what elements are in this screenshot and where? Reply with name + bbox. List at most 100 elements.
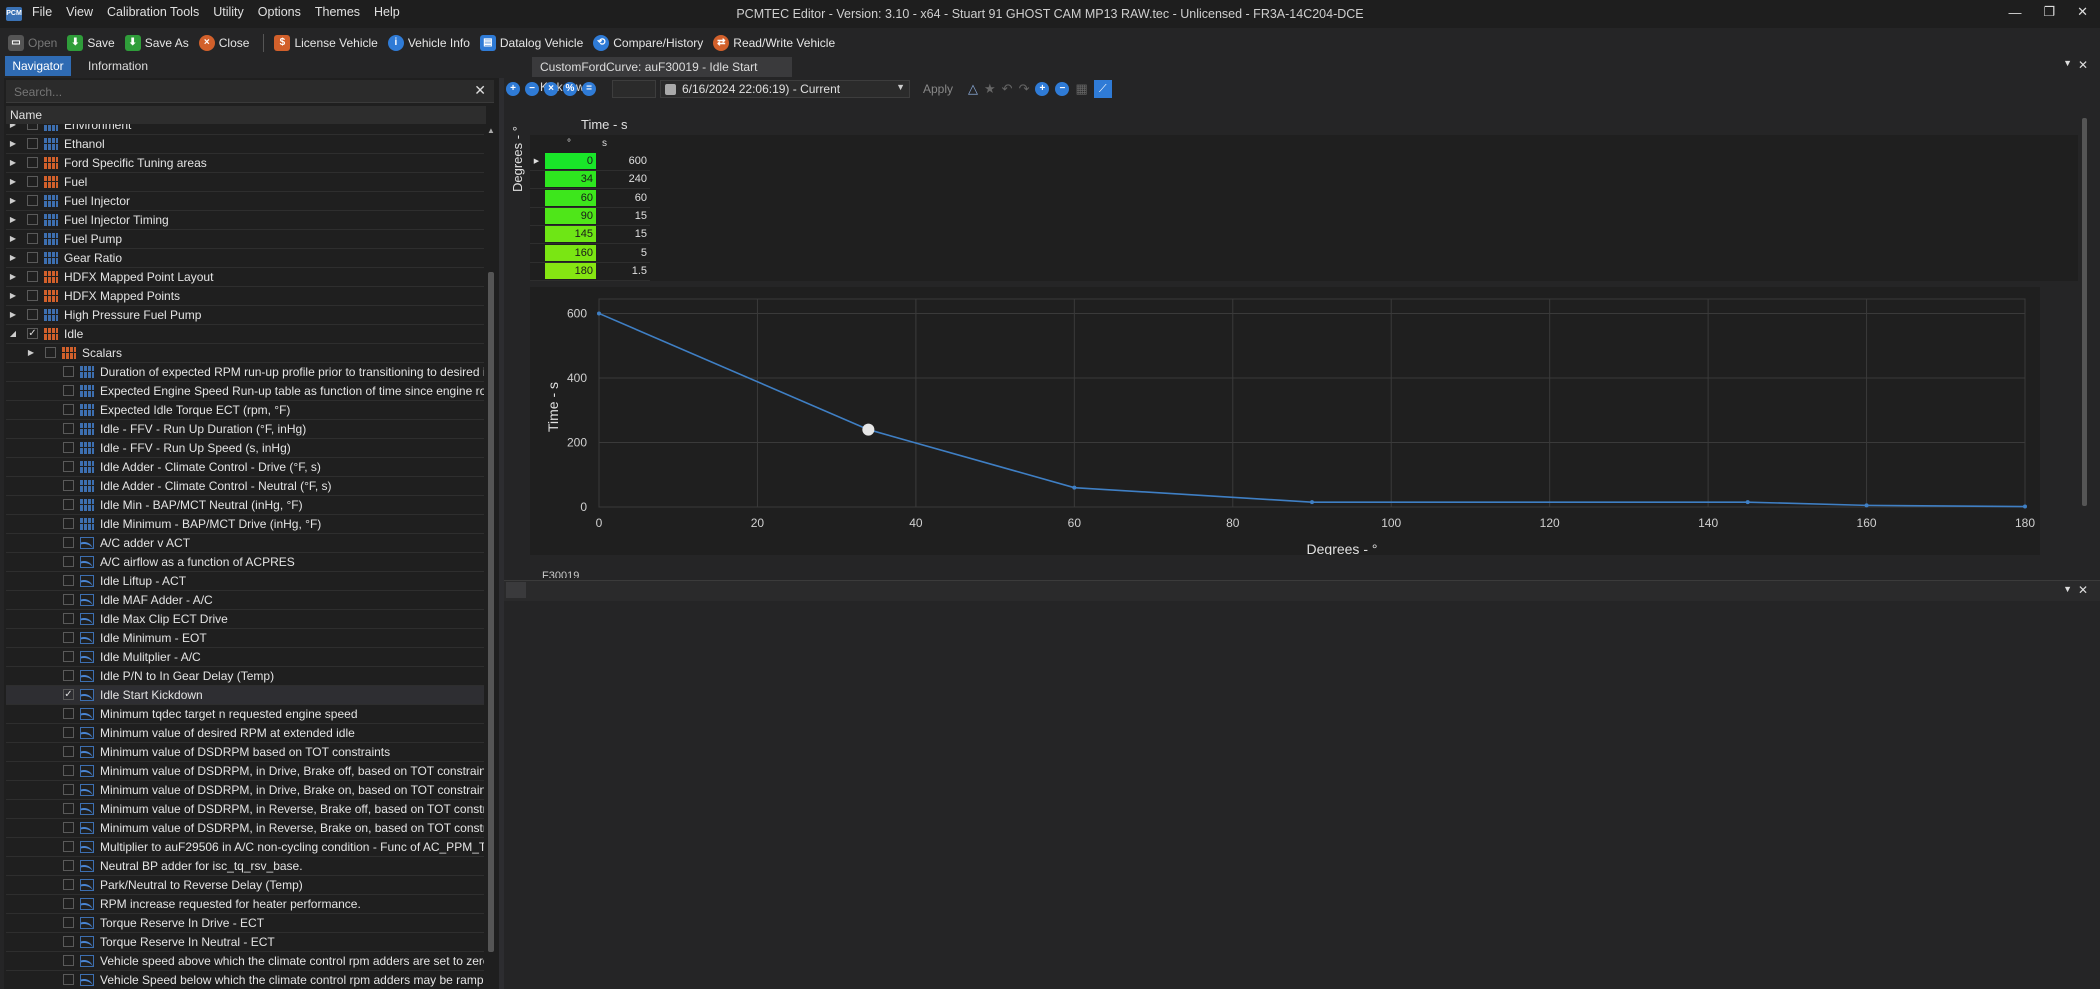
open-button[interactable]: ▭ Open <box>8 35 57 51</box>
tree-item-checkbox[interactable] <box>63 670 74 681</box>
collapsed-arrow-icon[interactable]: ▶ <box>26 344 36 362</box>
collapsed-arrow-icon[interactable]: ▶ <box>8 154 18 172</box>
tree-item-checkbox[interactable] <box>63 480 74 491</box>
tree-item-checkbox[interactable] <box>63 613 74 624</box>
tree-item-checkbox[interactable] <box>63 746 74 757</box>
tree-item[interactable]: Idle Min - BAP/MCT Neutral (inHg, °F) <box>6 496 484 515</box>
collapsed-arrow-icon[interactable]: ▶ <box>8 268 18 286</box>
tree-item-checkbox[interactable] <box>27 271 38 282</box>
license-vehicle-button[interactable]: $ License Vehicle <box>274 35 378 51</box>
multiply-icon[interactable]: × <box>544 82 558 96</box>
data-point[interactable] <box>1745 500 1750 505</box>
tree-item[interactable]: Minimum value of DSDRPM, in Drive, Brake… <box>6 781 484 800</box>
close-window-button[interactable]: ✕ <box>2077 4 2088 20</box>
cell-seconds[interactable]: 240 <box>598 171 650 188</box>
tree-item-checkbox[interactable] <box>63 917 74 928</box>
tree-item-checkbox[interactable] <box>63 765 74 776</box>
tree-item-checkbox[interactable] <box>27 252 38 263</box>
bottom-close-icon[interactable]: ✕ <box>2078 583 2088 597</box>
undo-icon[interactable]: ↶ <box>1002 81 1013 97</box>
tree-item[interactable]: Torque Reserve In Neutral - ECT <box>6 933 484 952</box>
tree-item[interactable]: ▶ HDFX Mapped Points <box>6 287 484 306</box>
collapsed-arrow-icon[interactable]: ▶ <box>8 135 18 153</box>
tree-item[interactable]: ▶ High Pressure Fuel Pump <box>6 306 484 325</box>
tree-item[interactable]: Idle Mulitplier - A/C <box>6 648 484 667</box>
tree-item[interactable]: Multiplier to auF29506 in A/C non-cyclin… <box>6 838 484 857</box>
tree-item-checkbox[interactable] <box>63 803 74 814</box>
tree-item-checkbox[interactable] <box>27 214 38 225</box>
collapsed-arrow-icon[interactable]: ▶ <box>8 249 18 267</box>
tree-item[interactable]: Idle Liftup - ACT <box>6 572 484 591</box>
tree-item[interactable]: Idle - FFV - Run Up Duration (°F, inHg) <box>6 420 484 439</box>
tree-item-checkbox[interactable] <box>63 385 74 396</box>
triangle-icon[interactable]: △ <box>968 81 978 97</box>
close-file-button[interactable]: × Close <box>198 35 249 51</box>
tree-item[interactable]: ▶ Ford Specific Tuning areas <box>6 154 484 173</box>
read-write-vehicle-button[interactable]: ⇄ Read/Write Vehicle <box>713 35 835 51</box>
compare-history-button[interactable]: ⟲ Compare/History <box>593 35 703 51</box>
tree-item-checkbox[interactable] <box>63 708 74 719</box>
tree-item-checkbox[interactable] <box>27 309 38 320</box>
tree-item[interactable]: Minimum value of DSDRPM based on TOT con… <box>6 743 484 762</box>
cell-degrees[interactable]: 0 <box>545 153 596 169</box>
redo-icon[interactable]: ↷ <box>1019 81 1030 97</box>
tree-item[interactable]: ▶ Fuel Injector <box>6 192 484 211</box>
equals-icon[interactable]: = <box>582 82 596 96</box>
collapsed-arrow-icon[interactable]: ▶ <box>8 287 18 305</box>
restore-button[interactable]: ❐ <box>2043 4 2055 20</box>
tree-item-checkbox[interactable] <box>63 632 74 643</box>
vehicle-info-button[interactable]: i Vehicle Info <box>387 35 470 51</box>
tree-item-checkbox[interactable] <box>63 404 74 415</box>
tree-item[interactable]: Minimum value of DSDRPM, in Drive, Brake… <box>6 762 484 781</box>
tree-item[interactable]: ▶ Fuel Injector Timing <box>6 211 484 230</box>
close-icon[interactable]: ✕ <box>2078 58 2088 72</box>
history-select[interactable]: 6/16/2024 22:06:19) - Current ▼ <box>660 80 910 98</box>
percent-icon[interactable]: % <box>563 82 577 96</box>
cell-seconds[interactable]: 1.5 <box>598 263 650 280</box>
tree-item-checkbox[interactable] <box>27 157 38 168</box>
tree-item[interactable]: Idle Adder - Climate Control - Neutral (… <box>6 477 484 496</box>
collapsed-arrow-icon[interactable]: ▶ <box>8 306 18 324</box>
tree-item[interactable]: ▶ Environment <box>6 124 484 135</box>
zoom-out-icon[interactable]: − <box>1055 82 1070 96</box>
tree-item-checkbox[interactable] <box>63 499 74 510</box>
tree-item[interactable]: Idle Minimum - BAP/MCT Drive (inHg, °F) <box>6 515 484 534</box>
minimize-button[interactable]: — <box>2008 5 2021 20</box>
tree-item[interactable]: ✓ Idle Start Kickdown <box>6 686 484 705</box>
tree-item[interactable]: Idle P/N to In Gear Delay (Temp) <box>6 667 484 686</box>
graph-view-icon[interactable]: ⟋ <box>1093 80 1112 98</box>
tree-item[interactable]: ▶ HDFX Mapped Point Layout <box>6 268 484 287</box>
tree-item-checkbox[interactable] <box>63 366 74 377</box>
tree-item[interactable]: Minimum tqdec target n requested engine … <box>6 705 484 724</box>
tree-item-checkbox[interactable] <box>63 784 74 795</box>
cell-degrees[interactable]: 60 <box>545 189 596 206</box>
tree-item[interactable]: ▶ Fuel Pump <box>6 230 484 249</box>
tree-item[interactable]: ◢ ✓ Idle <box>6 325 484 344</box>
tree-item[interactable]: Idle Minimum - EOT <box>6 629 484 648</box>
menu-options[interactable]: Options <box>258 5 301 19</box>
data-point[interactable] <box>1310 500 1314 505</box>
grid-view-icon[interactable]: ▦ <box>1075 81 1087 97</box>
tree-column-header[interactable]: Name <box>6 106 486 124</box>
save-as-button[interactable]: ⬇ Save As <box>124 35 189 51</box>
bottom-dropdown-icon[interactable]: ▼ <box>2063 584 2072 594</box>
tree-scroll-thumb[interactable] <box>488 272 494 952</box>
tree-item[interactable]: A/C adder v ACT <box>6 534 484 553</box>
tree-item[interactable]: Expected Engine Speed Run-up table as fu… <box>6 382 484 401</box>
decrement-icon[interactable]: − <box>525 82 539 96</box>
tree-item[interactable]: Torque Reserve In Drive - ECT <box>6 914 484 933</box>
tree-item[interactable]: ▶ Scalars <box>6 344 484 363</box>
dropdown-icon[interactable]: ▼ <box>2063 58 2072 68</box>
search-input[interactable] <box>12 82 456 102</box>
tree-item-checkbox[interactable] <box>27 290 38 301</box>
tree-item-checkbox[interactable] <box>63 841 74 852</box>
tree-item[interactable]: Duration of expected RPM run-up profile … <box>6 363 484 382</box>
tree-item-checkbox[interactable] <box>63 860 74 871</box>
menu-view[interactable]: View <box>66 5 93 19</box>
tree-item[interactable]: Minimum value of DSDRPM, in Reverse, Bra… <box>6 819 484 838</box>
panel-splitter[interactable] <box>499 78 504 989</box>
tab-navigator[interactable]: Navigator <box>5 56 71 76</box>
collapsed-arrow-icon[interactable]: ▶ <box>8 211 18 229</box>
editor-scroll-thumb[interactable] <box>2082 118 2087 506</box>
tree-item-checkbox[interactable] <box>63 974 74 985</box>
